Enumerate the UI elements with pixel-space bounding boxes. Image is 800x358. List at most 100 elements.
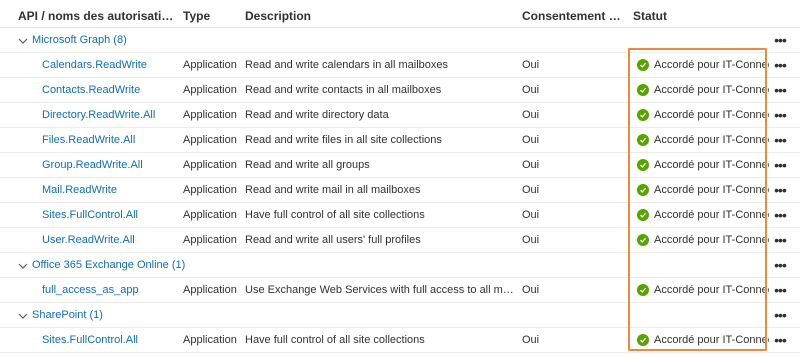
admin-consent-value: Oui [522, 284, 540, 296]
more-actions-button[interactable]: ••• [770, 132, 790, 148]
permission-type: Application [183, 109, 237, 121]
status-text: Accordé pour IT-Connect [654, 284, 769, 296]
more-actions-button[interactable]: ••• [770, 282, 790, 298]
permission-type: Application [183, 184, 237, 196]
permission-type: Application [183, 59, 237, 71]
status-cell: Accordé pour IT-Connect [637, 182, 769, 198]
permission-name-link[interactable]: User.ReadWrite.All [42, 232, 178, 248]
group-toggle[interactable]: Microsoft Graph (8) [18, 32, 218, 48]
permission-type: Application [183, 209, 237, 221]
group-label: Microsoft Graph (8) [32, 34, 127, 46]
status-cell: Accordé pour IT-Connect [637, 157, 769, 173]
permission-name-link[interactable]: Directory.ReadWrite.All [42, 107, 178, 123]
table-header: API / noms des autorisations Type Descri… [0, 4, 800, 28]
column-header-consent[interactable]: Consentement de l'... [522, 8, 622, 24]
admin-consent-value: Oui [522, 184, 540, 196]
admin-consent-value: Oui [522, 159, 540, 171]
admin-consent-value: Oui [522, 109, 540, 121]
column-header-description[interactable]: Description [245, 8, 517, 24]
table-row: Group.ReadWrite.All Application Read and w… [0, 153, 800, 178]
group-label: SharePoint (1) [32, 309, 103, 321]
permission-description: Have full control of all site collection… [245, 209, 425, 221]
group-label: Office 365 Exchange Online (1) [32, 259, 186, 271]
permission-description: Read and write mail in all mailboxes [245, 184, 421, 196]
table-row: Sites.FullControl.All Application Have ful… [0, 328, 800, 353]
more-actions-button[interactable]: ••• [770, 232, 790, 248]
group-row[interactable]: Microsoft Graph (8) ••• [0, 28, 800, 53]
permission-description: Have full control of all site collection… [245, 334, 425, 346]
more-actions-button[interactable]: ••• [770, 257, 790, 273]
more-actions-button[interactable]: ••• [770, 332, 790, 348]
admin-consent-value: Oui [522, 334, 540, 346]
status-text: Accordé pour IT-Connect [654, 334, 769, 346]
status-cell: Accordé pour IT-Connect [637, 232, 769, 248]
table-row: Mail.ReadWrite Application Read and write … [0, 178, 800, 203]
permission-name-link[interactable]: full_access_as_app [42, 282, 178, 298]
table-row: Calendars.ReadWrite Application Read and w… [0, 53, 800, 78]
status-text: Accordé pour IT-Connect [654, 234, 769, 246]
table-row: Directory.ReadWrite.All Application Read a… [0, 103, 800, 128]
status-text: Accordé pour IT-Connect [654, 134, 769, 146]
check-circle-icon [637, 284, 649, 296]
table-row: Sites.FullControl.All Application Have ful… [0, 203, 800, 228]
permission-description: Read and write files in all site collect… [245, 134, 442, 146]
check-circle-icon [637, 109, 649, 121]
permission-name-link[interactable]: Mail.ReadWrite [42, 182, 178, 198]
status-text: Accordé pour IT-Connect [654, 59, 769, 71]
column-header-status[interactable]: Statut [633, 8, 713, 24]
check-circle-icon [637, 209, 649, 221]
group-row[interactable]: SharePoint (1) ••• [0, 303, 800, 328]
status-cell: Accordé pour IT-Connect [637, 207, 769, 223]
status-text: Accordé pour IT-Connect [654, 109, 769, 121]
status-cell: Accordé pour IT-Connect [637, 332, 769, 348]
group-row[interactable]: Office 365 Exchange Online (1) ••• [0, 253, 800, 278]
status-text: Accordé pour IT-Connect [654, 84, 769, 96]
permission-name-link[interactable]: Sites.FullControl.All [42, 207, 178, 223]
more-actions-button[interactable]: ••• [770, 307, 790, 323]
admin-consent-value: Oui [522, 84, 540, 96]
more-actions-button[interactable]: ••• [770, 157, 790, 173]
group-toggle[interactable]: Office 365 Exchange Online (1) [18, 257, 218, 273]
more-actions-button[interactable]: ••• [770, 182, 790, 198]
admin-consent-value: Oui [522, 134, 540, 146]
more-actions-button[interactable]: ••• [770, 57, 790, 73]
permission-type: Application [183, 334, 237, 346]
table-row: full_access_as_app Application Use Exchang… [0, 278, 800, 303]
permission-description: Use Exchange Web Services with full acce… [245, 284, 517, 296]
more-actions-button[interactable]: ••• [770, 107, 790, 123]
permission-type: Application [183, 84, 237, 96]
admin-consent-value: Oui [522, 234, 540, 246]
permission-type: Application [183, 134, 237, 146]
permission-name-link[interactable]: Group.ReadWrite.All [42, 157, 178, 173]
table-row: Contacts.ReadWrite Application Read and wr… [0, 78, 800, 103]
check-circle-icon [637, 159, 649, 171]
permission-name-link[interactable]: Files.ReadWrite.All [42, 132, 178, 148]
more-actions-button[interactable]: ••• [770, 82, 790, 98]
check-circle-icon [637, 59, 649, 71]
table-row: User.ReadWrite.All Application Read and wr… [0, 228, 800, 253]
column-header-type[interactable]: Type [183, 8, 243, 24]
table-row: Files.ReadWrite.All Application Read and w… [0, 128, 800, 153]
status-text: Accordé pour IT-Connect [654, 159, 769, 171]
status-cell: Accordé pour IT-Connect [637, 82, 769, 98]
more-actions-button[interactable]: ••• [770, 32, 790, 48]
permission-type: Application [183, 159, 237, 171]
column-header-name[interactable]: API / noms des autorisations [18, 8, 178, 24]
check-circle-icon [637, 334, 649, 346]
check-circle-icon [637, 84, 649, 96]
status-cell: Accordé pour IT-Connect [637, 282, 769, 298]
status-cell: Accordé pour IT-Connect [637, 132, 769, 148]
permission-type: Application [183, 234, 237, 246]
permission-type: Application [183, 284, 237, 296]
permission-name-link[interactable]: Contacts.ReadWrite [42, 82, 178, 98]
permission-description: Read and write all groups [245, 159, 370, 171]
check-circle-icon [637, 134, 649, 146]
permission-name-link[interactable]: Calendars.ReadWrite [42, 57, 178, 73]
chevron-down-icon [18, 35, 28, 45]
permission-description: Read and write contacts in all mailboxes [245, 84, 442, 96]
group-toggle[interactable]: SharePoint (1) [18, 307, 218, 323]
permission-name-link[interactable]: Sites.FullControl.All [42, 332, 178, 348]
permission-description: Read and write directory data [245, 109, 389, 121]
more-actions-button[interactable]: ••• [770, 207, 790, 223]
status-cell: Accordé pour IT-Connect [637, 107, 769, 123]
